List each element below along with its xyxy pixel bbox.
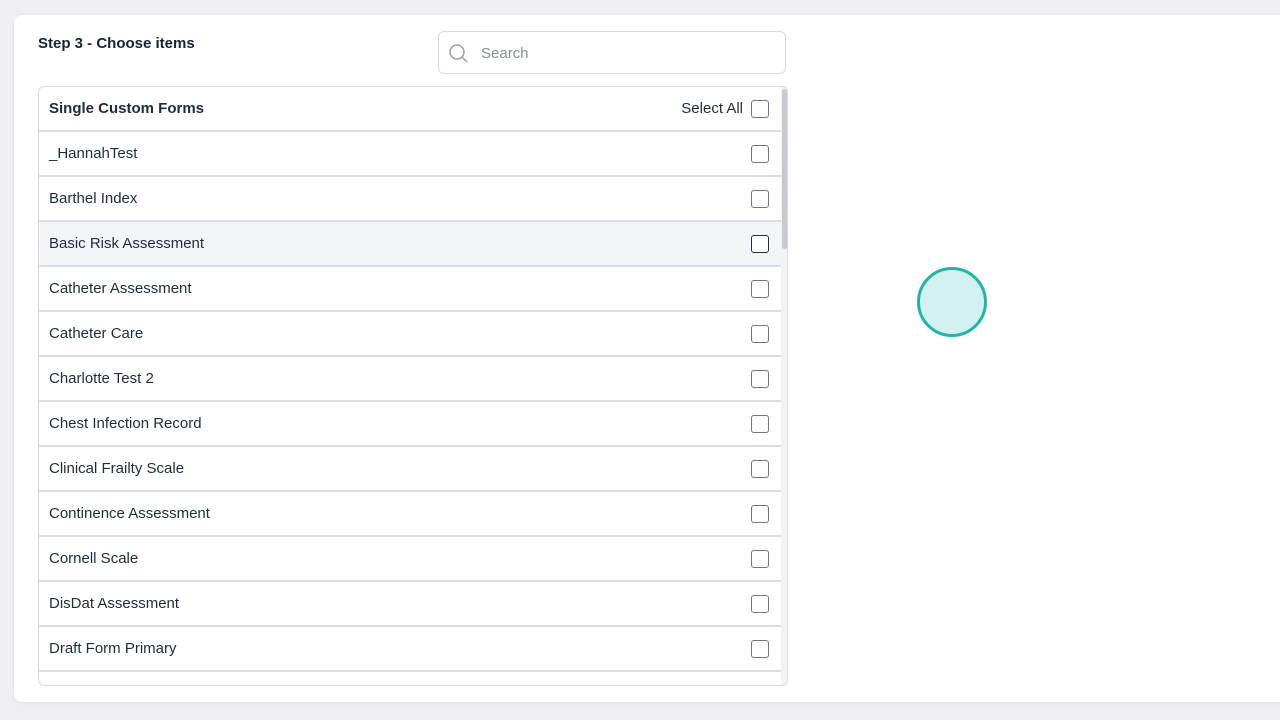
item-checkbox[interactable] [751, 234, 769, 253]
item-label: Clinical Frailty Scale [49, 460, 185, 477]
list-item-partial [39, 672, 781, 685]
page-title: Step 3 - Choose items [38, 35, 195, 52]
item-label: Basic Risk Assessment [49, 235, 205, 252]
item-label: Catheter Assessment [49, 280, 192, 297]
list-item[interactable]: Draft Form Primary [39, 627, 781, 672]
item-label: DisDat Assessment [49, 595, 180, 612]
search-box[interactable] [438, 31, 786, 75]
list-item[interactable]: Chest Infection Record [39, 402, 781, 447]
list-item[interactable]: Barthel Index [39, 177, 781, 222]
items-list: Single Custom Forms Select All _HannahTe… [38, 86, 788, 686]
scrollbar-thumb[interactable] [782, 89, 787, 249]
item-checkbox[interactable] [751, 639, 769, 658]
item-label: Barthel Index [49, 190, 138, 207]
item-checkbox[interactable] [751, 504, 769, 523]
item-checkbox[interactable] [751, 144, 769, 163]
select-all-checkbox[interactable] [751, 99, 769, 118]
list-item[interactable]: Catheter Assessment [39, 267, 781, 312]
item-checkbox[interactable] [751, 594, 769, 613]
list-item[interactable]: Clinical Frailty Scale [39, 447, 781, 492]
item-checkbox[interactable] [751, 279, 769, 298]
search-input[interactable] [479, 32, 773, 75]
item-checkbox[interactable] [751, 189, 769, 208]
item-label: Catheter Care [49, 325, 144, 342]
item-label: Cornell Scale [49, 550, 139, 567]
item-checkbox[interactable] [751, 549, 769, 568]
list-item[interactable]: Charlotte Test 2 [39, 357, 781, 402]
list-header: Single Custom Forms Select All [39, 87, 781, 132]
item-label: Draft Form Primary [49, 640, 177, 657]
list-item[interactable]: Basic Risk Assessment [39, 222, 781, 267]
list-item[interactable]: _HannahTest [39, 132, 781, 177]
list-item[interactable]: Catheter Care [39, 312, 781, 357]
scrollbar[interactable] [781, 87, 787, 685]
item-label: _HannahTest [49, 145, 138, 162]
list-header-title: Single Custom Forms [49, 100, 205, 117]
item-checkbox[interactable] [751, 414, 769, 433]
item-checkbox[interactable] [751, 369, 769, 388]
cursor-indicator [917, 267, 987, 337]
select-all-label[interactable]: Select All [681, 100, 743, 117]
list-item[interactable]: Cornell Scale [39, 537, 781, 582]
search-icon [449, 44, 468, 63]
item-checkbox[interactable] [751, 459, 769, 478]
list-item[interactable]: Continence Assessment [39, 492, 781, 537]
item-label: Continence Assessment [49, 505, 210, 522]
item-label: Chest Infection Record [49, 415, 202, 432]
item-label: Charlotte Test 2 [49, 370, 154, 387]
item-checkbox[interactable] [751, 324, 769, 343]
list-item[interactable]: DisDat Assessment [39, 582, 781, 627]
item-checkbox[interactable] [751, 684, 769, 685]
